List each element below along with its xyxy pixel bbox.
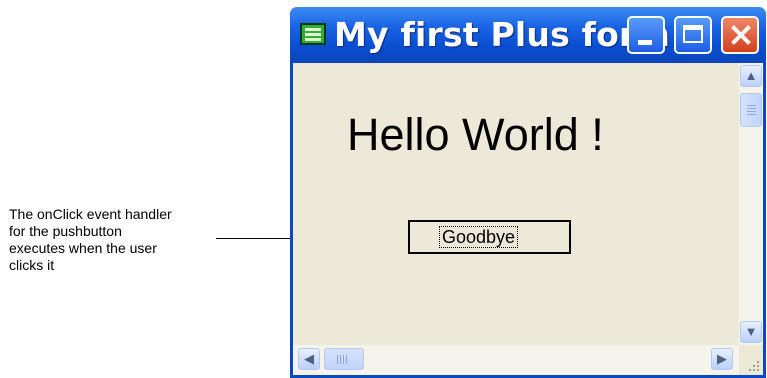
- form-window: My first Plus form Hello World ! Goodbye…: [290, 7, 766, 378]
- vertical-scrollbar[interactable]: ▲ ▼: [739, 63, 763, 345]
- maximize-button[interactable]: [674, 16, 712, 54]
- goodbye-button-label: Goodbye: [438, 226, 519, 248]
- window-title: My first Plus form: [334, 15, 671, 54]
- form-client-area: Hello World ! Goodbye: [293, 63, 739, 345]
- scroll-down-icon[interactable]: ▼: [740, 321, 762, 343]
- close-button[interactable]: [721, 16, 759, 54]
- scroll-up-icon[interactable]: ▲: [740, 65, 762, 87]
- horizontal-scrollbar[interactable]: ◀ ▶: [293, 345, 739, 375]
- hello-text: Hello World !: [347, 109, 604, 160]
- form-app-icon[interactable]: [300, 23, 326, 45]
- resize-grip-icon[interactable]: [739, 345, 763, 375]
- vertical-scroll-thumb[interactable]: [740, 93, 762, 127]
- minimize-button[interactable]: [627, 16, 665, 54]
- callout-text: The onClick event handler for the pushbu…: [9, 206, 172, 273]
- scroll-right-icon[interactable]: ▶: [711, 348, 733, 370]
- horizontal-scroll-thumb[interactable]: [324, 348, 364, 370]
- scroll-left-icon[interactable]: ◀: [298, 348, 320, 370]
- title-bar[interactable]: My first Plus form: [290, 7, 766, 63]
- goodbye-button[interactable]: Goodbye: [408, 220, 571, 254]
